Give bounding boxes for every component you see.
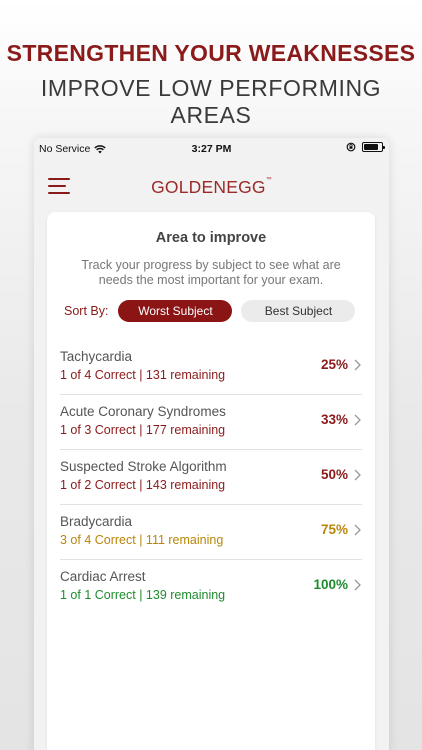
subject-percent: 75% [320, 522, 348, 537]
headline-primary: STRENGTHEN YOUR WEAKNESSES [6, 40, 416, 66]
chevron-right-icon [354, 414, 361, 426]
subject-row[interactable]: Bradycardia 3 of 4 Correct | 111 remainin… [60, 505, 362, 560]
status-right [346, 142, 385, 152]
subject-row[interactable]: Cardiac Arrest 1 of 1 Correct | 139 remai… [60, 560, 362, 615]
sort-label: Sort By: [64, 304, 109, 318]
subject-name: Tachycardia [60, 349, 133, 364]
phone-screen: No Service 3:27 PM GOLDENEGG™ Area to im… [34, 138, 389, 750]
battery-level [364, 144, 378, 150]
nav-bar: GOLDENEGG™ [34, 162, 389, 208]
logo-trademark: ™ [265, 177, 272, 183]
subject-list: Tachycardia 1 of 4 Correct | 131 remainin… [60, 340, 362, 615]
subject-stats: 1 of 4 Correct | 131 remaining [60, 368, 226, 382]
chevron-right-icon [354, 359, 361, 371]
status-bar: No Service 3:27 PM [34, 138, 389, 158]
subject-stats: 1 of 3 Correct | 177 remaining [60, 423, 226, 437]
subject-stats: 1 of 2 Correct | 143 remaining [60, 478, 226, 492]
subject-name: Bradycardia [60, 514, 133, 529]
subject-percent: 33% [320, 412, 348, 427]
subject-row[interactable]: Tachycardia 1 of 4 Correct | 131 remainin… [60, 340, 362, 395]
chevron-right-icon [354, 469, 361, 481]
subject-percent: 50% [320, 467, 348, 482]
logo-text: GOLDENEGG [151, 177, 266, 197]
subject-stats: 3 of 4 Correct | 111 remaining [60, 533, 224, 547]
headline-secondary: IMPROVE LOW PERFORMING AREAS [40, 75, 382, 128]
card-description: Track your progress by subject to see wh… [81, 258, 341, 287]
sort-worst-subject-button[interactable]: Worst Subject [118, 300, 233, 322]
app-logo: GOLDENEGG™ [34, 177, 389, 198]
subject-percent: 25% [320, 357, 348, 372]
battery-icon [362, 142, 385, 152]
sort-control: Sort By: Worst Subject Best Subject [64, 300, 364, 322]
sort-best-subject-button[interactable]: Best Subject [241, 300, 356, 322]
chevron-right-icon [354, 579, 361, 591]
subject-row[interactable]: Acute Coronary Syndromes 1 of 3 Correct |… [60, 395, 362, 450]
orientation-lock-icon [346, 142, 356, 152]
card-title: Area to improve [155, 230, 267, 246]
subject-name: Suspected Stroke Algorithm [60, 459, 227, 474]
improve-card: Area to improve Track your progress by s… [47, 212, 375, 750]
subject-percent: 100% [313, 577, 348, 592]
subject-row[interactable]: Suspected Stroke Algorithm 1 of 2 Correct… [60, 450, 362, 505]
chevron-right-icon [354, 524, 361, 536]
clock: 3:27 PM [191, 143, 232, 155]
subject-name: Cardiac Arrest [60, 569, 146, 584]
subject-stats: 1 of 1 Correct | 139 remaining [60, 588, 226, 602]
subject-name: Acute Coronary Syndromes [60, 404, 226, 419]
